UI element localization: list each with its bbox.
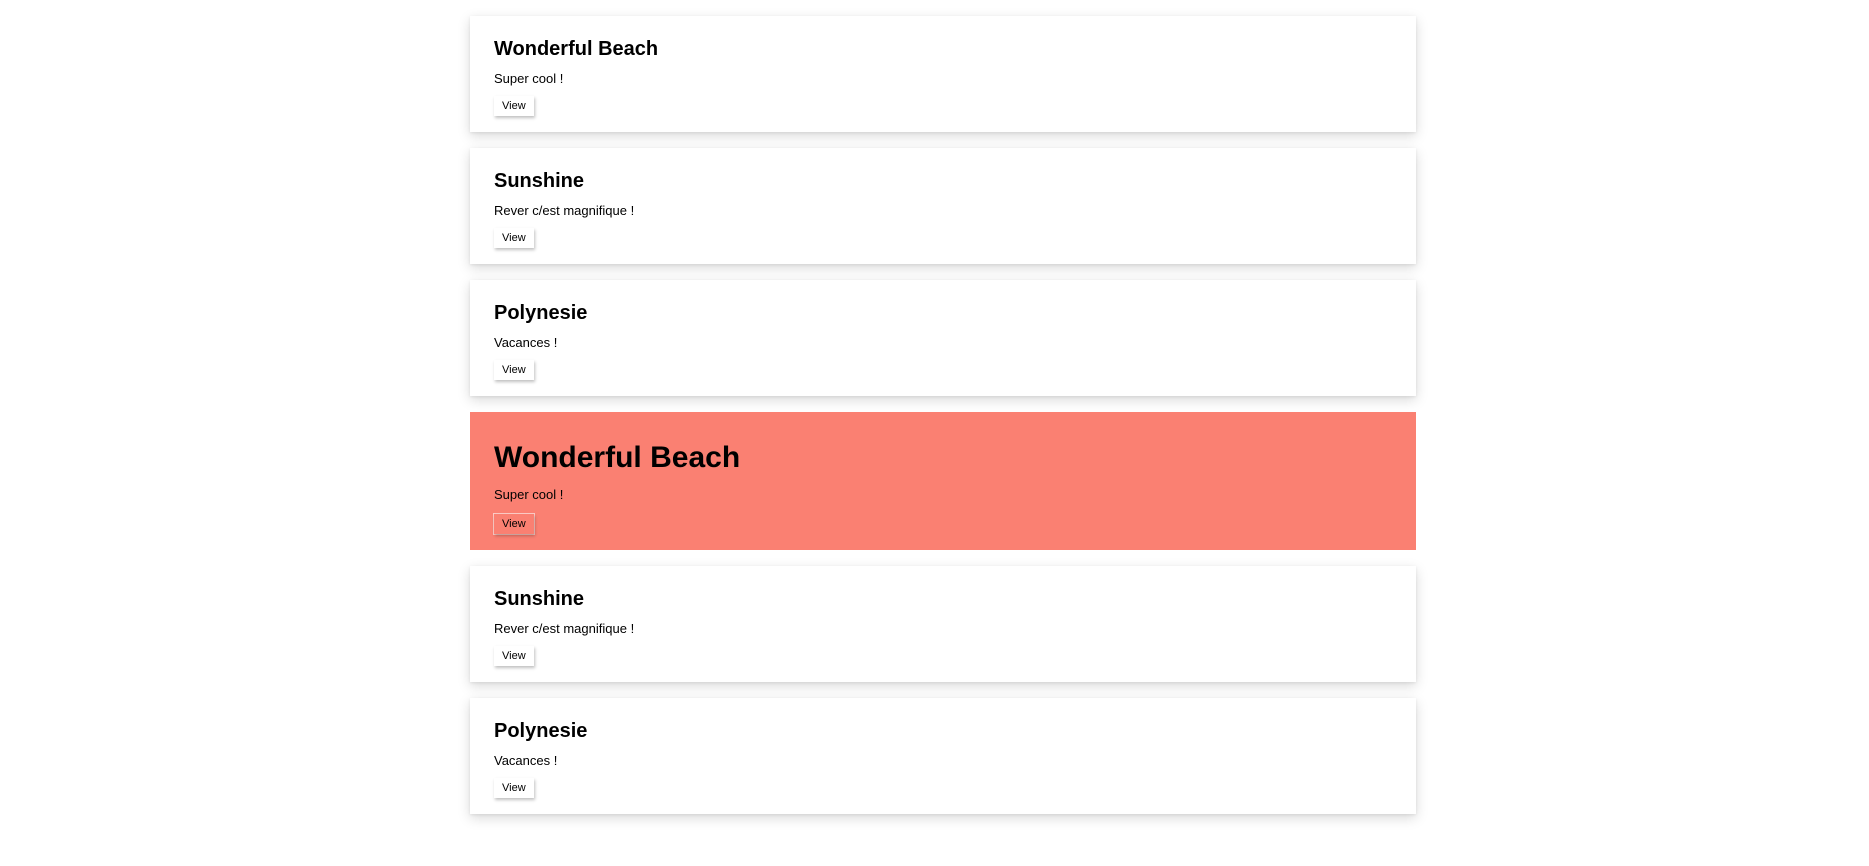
card-description: Super cool ! [494,71,564,86]
card-title: Wonderful Beach [494,38,659,60]
card-wonderful-beach: Wonderful Beach Super cool ! View [470,16,1416,132]
view-button[interactable]: View [494,778,534,798]
view-button[interactable]: View [494,96,534,116]
card-description: Rever c/est magnifique ! [494,621,635,636]
card-title: Sunshine [494,588,585,610]
view-button[interactable]: View [494,514,534,534]
card-description: Vacances ! [494,335,558,350]
card-title: Sunshine [494,170,585,192]
card-title: Polynesie [494,302,588,324]
card-polynesie: Polynesie Vacances ! View [470,698,1416,814]
card-list: Wonderful Beach Super cool ! View Sunshi… [470,16,1416,830]
card-description: Rever c/est magnifique ! [494,203,635,218]
card-polynesie: Polynesie Vacances ! View [470,280,1416,396]
view-button[interactable]: View [494,228,534,248]
card-description: Super cool ! [494,487,564,502]
view-button[interactable]: View [494,646,534,666]
card-sunshine: Sunshine Rever c/est magnifique ! View [470,148,1416,264]
card-wonderful-beach-featured: Wonderful Beach Super cool ! View [470,412,1416,550]
card-sunshine: Sunshine Rever c/est magnifique ! View [470,566,1416,682]
card-description: Vacances ! [494,753,558,768]
card-title: Polynesie [494,720,588,742]
view-button[interactable]: View [494,360,534,380]
card-title: Wonderful Beach [494,441,741,474]
